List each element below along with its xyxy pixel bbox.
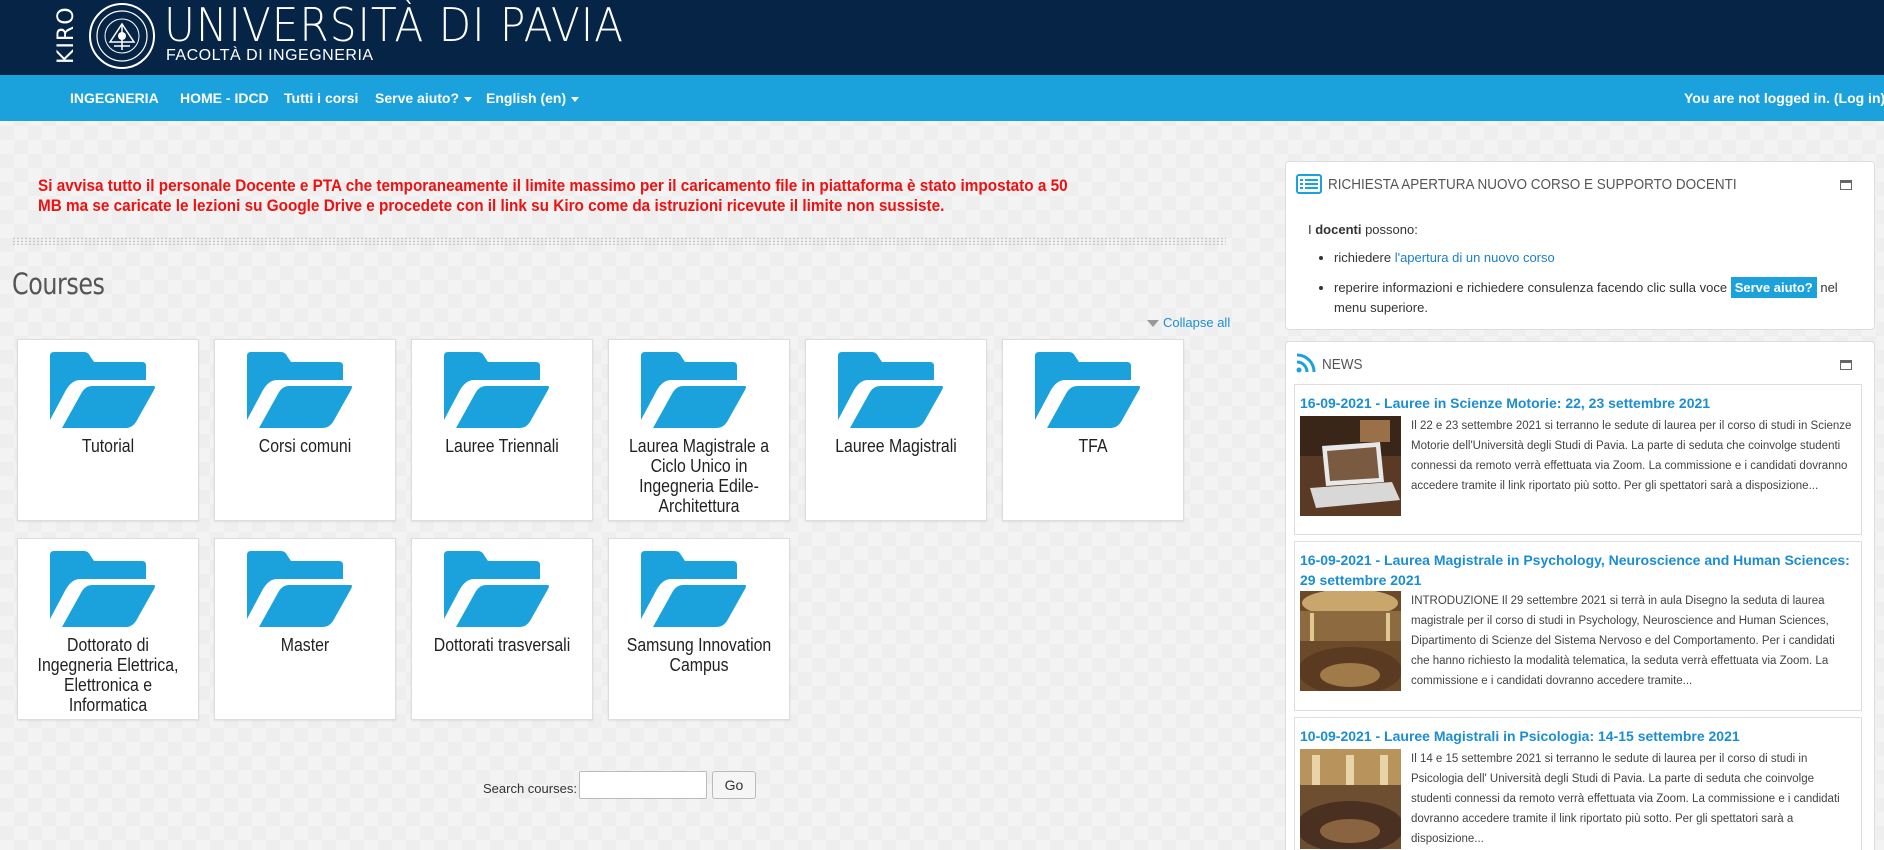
folder-icon (50, 551, 155, 627)
category-label: Corsi comuni (258, 436, 352, 456)
minimize-icon[interactable] (1840, 360, 1852, 370)
category-card[interactable]: Lauree Magistrali (805, 339, 987, 521)
collapse-all-link[interactable]: Collapse all (1147, 315, 1230, 330)
folder-icon (444, 352, 549, 428)
nav-language[interactable]: English (en) (486, 75, 580, 121)
nav-tutti-i-corsi[interactable]: Tutti i corsi (284, 75, 358, 121)
request-block-title: RICHIESTA APERTURA NUOVO CORSO E SUPPORT… (1328, 176, 1737, 193)
intro-bold: docenti (1315, 222, 1362, 237)
news-thumbnail[interactable] (1300, 749, 1401, 849)
news-block-title: NEWS (1322, 356, 1363, 373)
divider (12, 237, 1226, 245)
intro-suffix: possono: (1361, 222, 1418, 237)
category-card[interactable]: TFA (1002, 339, 1184, 521)
login-suffix: ) (1881, 90, 1884, 106)
request-list: richiedere l'apertura di un nuovo corso … (1334, 248, 1868, 318)
item1-prefix: richiedere (1334, 250, 1395, 265)
news-title-link[interactable]: 16-09-2021 - Lauree in Scienze Motorie: … (1300, 393, 1856, 413)
news-block: NEWS 16-09-2021 - Lauree in Scienze Moto… (1285, 341, 1875, 850)
news-item: 10-09-2021 - Lauree Magistrali in Psicol… (1294, 717, 1862, 850)
list-icon (1296, 174, 1322, 194)
category-label: Laurea Magistrale a Ciclo Unico in Ingeg… (628, 436, 770, 516)
folder-icon (247, 551, 352, 627)
news-thumbnail[interactable] (1300, 591, 1401, 691)
list-item: reperire informazioni e richiedere consu… (1334, 277, 1868, 318)
category-card[interactable]: Lauree Triennali (411, 339, 593, 521)
news-title-link[interactable]: 10-09-2021 - Lauree Magistrali in Psicol… (1300, 726, 1856, 746)
login-status: You are not logged in. (Log in) (1684, 75, 1884, 121)
news-title-link[interactable]: 16-09-2021 - Laurea Magistrale in Psycho… (1300, 550, 1856, 590)
search-input[interactable] (579, 771, 707, 799)
nav-serve-aiuto-label: Serve aiuto? (375, 90, 460, 106)
folder-icon (247, 352, 352, 428)
nav-serve-aiuto[interactable]: Serve aiuto? (375, 75, 473, 121)
category-card[interactable]: Corsi comuni (214, 339, 396, 521)
faculty-name: FACOLTÀ DI INGEGNERIA (166, 47, 374, 64)
folder-icon (50, 352, 155, 428)
collapse-all-label: Collapse all (1163, 315, 1231, 330)
category-label: Samsung Innovation Campus (626, 635, 772, 675)
caret-down-icon (571, 96, 580, 102)
minimize-icon[interactable] (1840, 180, 1852, 190)
courses-heading: Courses (12, 267, 105, 301)
search-label: Search courses: (483, 781, 577, 796)
request-block-header: RICHIESTA APERTURA NUOVO CORSO E SUPPORT… (1286, 162, 1874, 206)
folder-icon (1035, 352, 1140, 428)
folder-icon (641, 551, 746, 627)
university-name[interactable]: UNIVERSITÀ DI PAVIA (164, 0, 624, 52)
news-summary: INTRODUZIONE Il 29 settembre 2021 si ter… (1411, 595, 1835, 687)
category-label: Dottorati trasversali (433, 635, 571, 655)
news-thumbnail[interactable] (1300, 416, 1401, 516)
request-block: RICHIESTA APERTURA NUOVO CORSO E SUPPORT… (1285, 161, 1875, 330)
folder-icon (444, 551, 549, 627)
nav-ingegneria[interactable]: INGEGNERIA (70, 75, 159, 121)
list-item: richiedere l'apertura di un nuovo corso (1334, 248, 1868, 268)
category-label: Lauree Magistrali (835, 436, 957, 456)
news-item: 16-09-2021 - Laurea Magistrale in Psycho… (1294, 541, 1862, 711)
upload-limit-notice: Si avvisa tutto il personale Docente e P… (38, 176, 1068, 215)
category-card[interactable]: Laurea Magistrale a Ciclo Unico in Ingeg… (608, 339, 790, 521)
rss-icon (1296, 353, 1316, 373)
university-seal-icon[interactable] (88, 2, 156, 70)
category-card[interactable]: Tutorial (17, 339, 199, 521)
site-header: KIRO UNIVERSITÀ DI PAVIA FACOLTÀ DI INGE… (0, 0, 1884, 75)
news-summary: Il 22 e 23 settembre 2021 si terranno le… (1411, 420, 1852, 492)
category-label: Dottorato di Ingegneria Elettrica, Elett… (37, 635, 179, 715)
kiro-logo-text[interactable]: KIRO (54, 4, 84, 66)
category-label: Master (280, 635, 330, 655)
category-card[interactable]: Dottorato di Ingegneria Elettrica, Elett… (17, 538, 199, 720)
request-block-content: I docenti possono: richiedere l'apertura… (1308, 220, 1868, 328)
category-label: TFA (1078, 436, 1108, 456)
category-card[interactable]: Samsung Innovation Campus (608, 538, 790, 720)
go-button[interactable]: Go (712, 771, 756, 799)
news-summary: Il 14 e 15 settembre 2021 si terranno le… (1411, 753, 1840, 845)
category-label: Lauree Triennali (445, 436, 559, 456)
new-course-link[interactable]: l'apertura di un nuovo corso (1395, 250, 1555, 265)
request-intro: I docenti possono: (1308, 220, 1868, 240)
login-link[interactable]: Log in (1839, 90, 1881, 106)
category-label: Tutorial (81, 436, 135, 456)
category-card[interactable]: Dottorati trasversali (411, 538, 593, 720)
nav-language-label: English (en) (486, 90, 567, 106)
news-item: 16-09-2021 - Lauree in Scienze Motorie: … (1294, 384, 1862, 535)
caret-down-icon (464, 96, 473, 102)
caret-down-icon (1147, 320, 1159, 328)
serve-aiuto-badge[interactable]: Serve aiuto? (1730, 277, 1817, 298)
folder-icon (641, 352, 746, 428)
news-block-header: NEWS (1286, 342, 1874, 386)
folder-icon (838, 352, 943, 428)
item2-prefix: reperire informazioni e richiedere consu… (1334, 280, 1731, 295)
login-prefix: You are not logged in. ( (1684, 90, 1839, 106)
nav-home-idcd[interactable]: HOME - IDCD (180, 75, 269, 121)
category-card[interactable]: Master (214, 538, 396, 720)
main-navbar: INGEGNERIA HOME - IDCD Tutti i corsi Ser… (0, 75, 1884, 121)
